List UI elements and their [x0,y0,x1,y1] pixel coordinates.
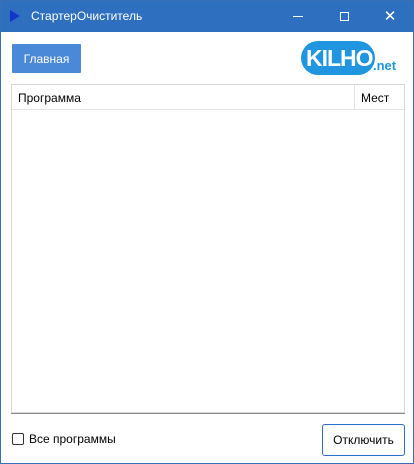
all-programs-checkbox[interactable] [12,433,24,445]
window-title: СтартерОчиститель [31,9,143,23]
main-button[interactable]: Главная [12,44,81,73]
minimize-button[interactable] [275,1,321,32]
all-programs-label[interactable]: Все программы [29,432,116,446]
maximize-button[interactable] [321,1,367,32]
logo-suffix: .net [373,58,397,73]
app-window: СтартерОчиститель ✕ Главная KILHO .net П… [0,0,414,464]
kilho-logo: KILHO .net [301,41,405,79]
column-header-program[interactable]: Программа [18,91,81,105]
all-programs-option[interactable]: Все программы [12,432,116,446]
minimize-icon [293,16,303,17]
title-bar: СтартерОчиститель ✕ [1,1,413,32]
column-divider[interactable] [354,85,355,109]
app-icon [10,10,20,22]
column-header-location[interactable]: Мест [361,91,389,105]
list-header: Программа Мест [12,85,404,110]
close-icon: ✕ [383,8,397,25]
disable-button[interactable]: Отключить [322,424,405,456]
logo-text: KILHO [306,45,374,71]
program-list[interactable]: Программа Мест [11,84,405,413]
list-bottom-border [11,413,405,414]
maximize-icon [339,12,349,21]
close-button[interactable]: ✕ [367,1,413,32]
